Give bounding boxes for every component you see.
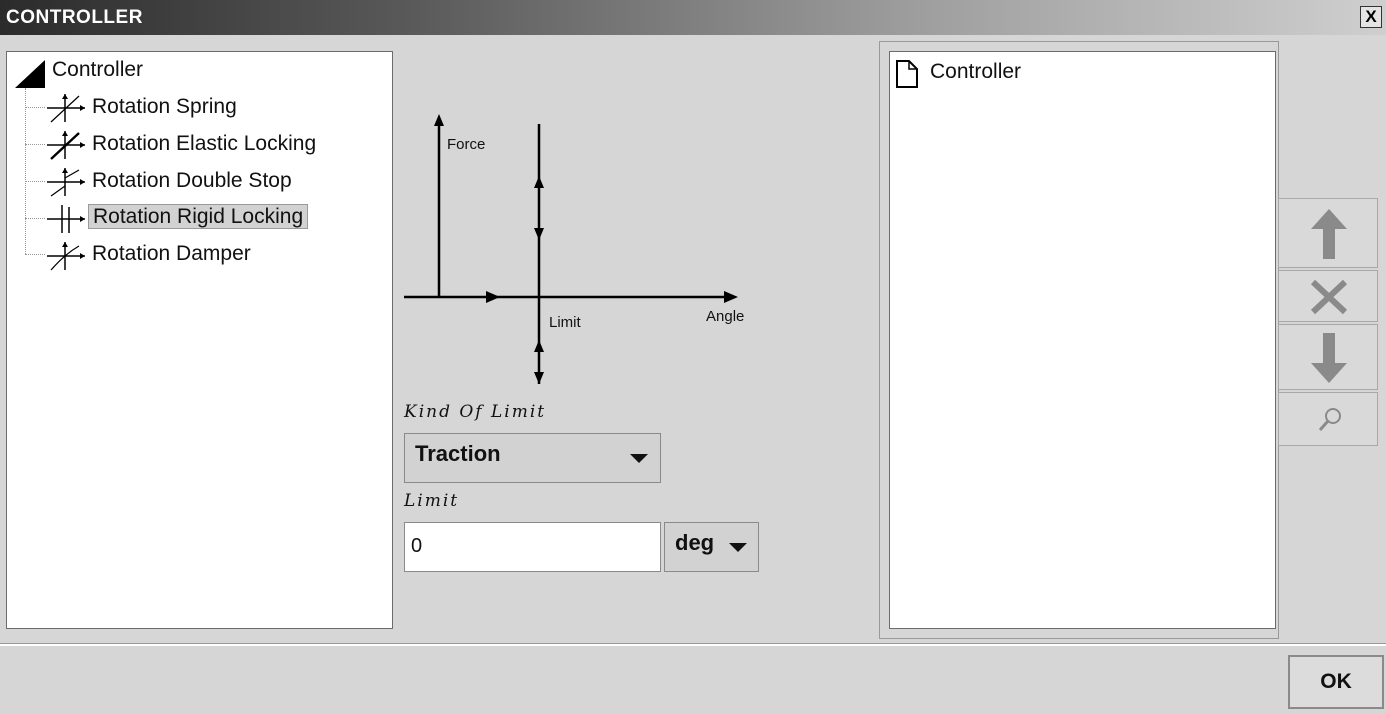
tree-item-label: Rotation Spring bbox=[92, 95, 237, 118]
limit-input[interactable]: 0 bbox=[404, 522, 661, 572]
tree-item-label: Rotation Double Stop bbox=[92, 169, 292, 192]
chevron-down-icon bbox=[630, 454, 648, 463]
limit-axis-label: Limit bbox=[549, 314, 581, 331]
rotation-double-stop-icon bbox=[47, 168, 85, 197]
delete-x-icon bbox=[1310, 279, 1348, 315]
title-bar: CONTROLLER X bbox=[0, 0, 1386, 35]
kind-of-limit-label: Kind Of Limit bbox=[404, 402, 547, 422]
move-up-button[interactable] bbox=[1278, 198, 1378, 268]
angle-axis-label: Angle bbox=[706, 308, 745, 325]
rotation-damper-icon bbox=[47, 242, 85, 271]
close-button[interactable]: X bbox=[1360, 6, 1382, 28]
tree-root[interactable]: Controller bbox=[52, 56, 143, 84]
force-axis-label: Force bbox=[447, 136, 486, 153]
tree-item-rotation-elastic-locking[interactable]: Rotation Elastic Locking bbox=[92, 130, 316, 158]
move-down-button[interactable] bbox=[1278, 324, 1378, 390]
delete-button[interactable] bbox=[1278, 270, 1378, 322]
folder-triangle-icon bbox=[15, 60, 45, 88]
chevron-down-icon bbox=[729, 543, 747, 552]
controller-tree[interactable]: Controller Rotation Spring Rotation Elas… bbox=[6, 51, 393, 629]
tree-item-label: Rotation Rigid Locking bbox=[88, 204, 309, 229]
close-icon: X bbox=[1365, 7, 1377, 26]
unit-value: deg bbox=[675, 530, 715, 555]
list-item[interactable]: Controller bbox=[930, 58, 1021, 86]
arrow-up-icon bbox=[1311, 209, 1347, 259]
rotation-spring-icon bbox=[47, 94, 85, 123]
tree-root-label: Controller bbox=[52, 58, 144, 81]
unit-dropdown[interactable]: deg bbox=[664, 522, 759, 572]
tree-item-rotation-damper[interactable]: Rotation Damper bbox=[92, 240, 251, 268]
bottom-separator bbox=[0, 643, 1386, 646]
kind-of-limit-value: Traction bbox=[415, 441, 501, 466]
limit-label: Limit bbox=[404, 491, 460, 511]
kind-of-limit-dropdown[interactable]: Traction bbox=[404, 433, 661, 483]
rotation-elastic-locking-icon bbox=[47, 131, 85, 160]
arrow-down-icon bbox=[1311, 333, 1347, 383]
tree-item-label: Rotation Damper bbox=[92, 242, 251, 265]
tree-item-label: Rotation Elastic Locking bbox=[92, 132, 317, 155]
document-icon bbox=[896, 60, 918, 88]
window-title: CONTROLLER bbox=[6, 7, 143, 28]
list-item-label: Controller bbox=[930, 60, 1022, 83]
tree-item-rotation-rigid-locking[interactable]: Rotation Rigid Locking bbox=[88, 203, 309, 231]
ok-button[interactable]: OK bbox=[1288, 655, 1384, 709]
inspect-button[interactable] bbox=[1278, 392, 1378, 446]
magnifier-icon bbox=[1318, 408, 1341, 431]
selected-controllers-list[interactable]: Controller bbox=[889, 51, 1276, 629]
tree-item-rotation-spring[interactable]: Rotation Spring bbox=[92, 93, 237, 121]
tree-item-rotation-double-stop[interactable]: Rotation Double Stop bbox=[92, 167, 292, 195]
rotation-rigid-locking-icon bbox=[47, 205, 85, 233]
